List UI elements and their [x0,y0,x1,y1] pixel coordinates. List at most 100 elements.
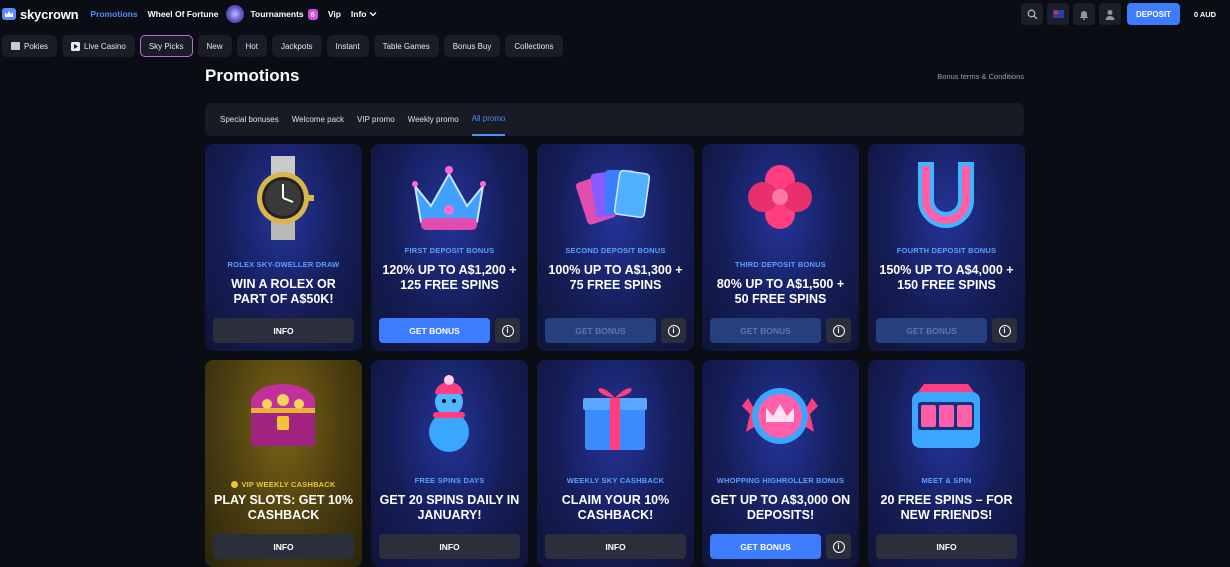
tab-vip-promo[interactable]: VIP promo [357,103,395,136]
category-live-casino[interactable]: Live Casino [62,35,135,57]
category-label: Bonus Buy [452,41,492,51]
info-circle-button[interactable]: i [992,318,1017,343]
page-title: Promotions [205,66,300,85]
top-bar: skycrown Promotions Wheel Of Fortune Tou… [0,0,1230,28]
info-icon: i [667,324,680,337]
category-label: New [206,41,223,51]
category-label: Instant [335,41,360,51]
horseshoe-icon [906,156,986,240]
info-icon: i [998,324,1011,337]
promo-tabs: Special bonuses Welcome pack VIP promo W… [205,103,1024,136]
promo-card: THIRD DEPOSIT BONUS 80% UP TO A$1,500 + … [702,144,859,351]
bell-icon [1080,10,1088,20]
category-label: Live Casino [84,41,126,51]
promo-card: FREE SPINS DAYS GET 20 SPINS DAILY IN JA… [371,360,528,567]
category-jackpots[interactable]: Jackpots [271,35,322,57]
logo[interactable]: skycrown [2,6,79,22]
info-circle-button[interactable]: i [826,318,851,343]
promo-subtitle: MEET & SPIN [921,476,972,485]
rolex-watch-icon [243,156,323,240]
info-circle-button[interactable]: i [826,534,851,559]
vip-coin-icon [231,481,239,488]
get-bonus-button[interactable]: GET BONUS [710,534,821,559]
category-label: Sky Picks [148,41,184,51]
promo-card: FOURTH DEPOSIT BONUS 150% UP TO A$4,000 … [868,144,1025,351]
promo-subtitle: VIP WEEKLY CASHBACK [205,480,362,489]
tab-special-bonuses[interactable]: Special bonuses [220,103,279,136]
category-hot[interactable]: Hot [236,35,267,57]
nav-promotions[interactable]: Promotions [90,9,137,19]
profile-button[interactable] [1099,3,1121,25]
category-bonus-buy[interactable]: Bonus Buy [443,35,501,57]
promo-card: WHOPPING HIGHROLLER BONUS GET UP TO A$3,… [702,360,859,567]
category-bar: Pokies Live Casino Sky Picks New Hot Jac… [2,35,563,57]
info-icon: i [832,540,845,553]
info-circle-button[interactable]: i [495,318,520,343]
promo-card: VIP WEEKLY CASHBACK PLAY SLOTS: GET 10% … [205,360,362,567]
notifications-button[interactable] [1073,3,1095,25]
promo-subtitle: FIRST DEPOSIT BONUS [404,246,495,255]
tab-weekly-promo[interactable]: Weekly promo [408,103,459,136]
search-button[interactable] [1021,3,1043,25]
get-bonus-button[interactable]: GET BONUS [379,318,490,343]
category-instant[interactable]: Instant [326,35,369,57]
promo-headline: 150% UP TO A$4,000 + 150 FREE SPINS [879,263,1014,292]
info-icon: i [832,324,845,337]
language-button[interactable] [1047,3,1069,25]
balance[interactable]: 0 AUD [1180,10,1230,19]
tab-all-promo[interactable]: All promo [471,103,506,136]
promo-headline: PLAY SLOTS: GET 10% CASHBACK [214,493,353,522]
promo-subtitle: ROLEX SKY-DWELLER DRAW [227,260,340,269]
tab-welcome-pack[interactable]: Welcome pack [292,103,344,136]
info-button[interactable]: INFO [213,318,354,343]
category-collections[interactable]: Collections [505,35,563,57]
nav-wheel-label: Wheel Of Fortune [147,9,219,19]
category-table-games[interactable]: Table Games [373,35,439,57]
category-new[interactable]: New [197,35,232,57]
promo-headline: 20 FREE SPINS – FOR NEW FRIENDS! [880,493,1013,522]
pokies-icon [11,42,20,50]
brand-name: skycrown [20,6,79,22]
get-bonus-button[interactable]: GET BONUS [710,318,821,343]
australia-flag-icon [1052,10,1064,18]
promo-headline: WIN A ROLEX OR PART OF A$50K! [231,277,336,306]
info-icon: i [501,324,514,337]
crown-icon [409,156,489,240]
info-button[interactable]: INFO [545,534,686,559]
main-nav: Promotions Wheel Of Fortune Tournaments 6… [90,5,386,23]
deposit-button[interactable]: DEPOSIT [1127,3,1180,25]
category-label: Hot [245,41,258,51]
nav-tournaments[interactable]: Tournaments 6 [250,8,318,20]
bonus-terms-link[interactable]: Bonus terms & Conditions [937,72,1024,81]
promo-subtitle-text: VIP WEEKLY CASHBACK [241,480,336,489]
promo-subtitle: FREE SPINS DAYS [414,476,485,485]
crown-logo-icon [2,8,16,20]
promo-subtitle: THIRD DEPOSIT BONUS [735,260,826,269]
get-bonus-button[interactable]: GET BONUS [545,318,656,343]
wheel-thumbnail-icon[interactable] [226,5,245,23]
tournaments-count-badge: 6 [307,8,318,20]
nav-vip[interactable]: Vip [328,9,341,19]
category-pokies[interactable]: Pokies [2,35,58,57]
crown-badge-icon [740,372,820,456]
four-leaf-clover-icon [740,156,820,240]
gift-box-icon [575,372,655,456]
promo-headline: GET 20 SPINS DAILY IN JANUARY! [379,493,520,522]
promo-headline: 100% UP TO A$1,300 + 75 FREE SPINS [548,263,683,292]
category-label: Table Games [382,41,430,51]
category-label: Jackpots [280,41,313,51]
info-button[interactable]: INFO [876,534,1017,559]
promo-headline: GET UP TO A$3,000 ON DEPOSITS! [710,493,851,522]
nav-tournaments-label: Tournaments [250,9,304,19]
get-bonus-button[interactable]: GET BONUS [876,318,987,343]
info-button[interactable]: INFO [379,534,520,559]
promo-headline: 120% UP TO A$1,200 + 125 FREE SPINS [382,263,517,292]
nav-wheel-of-fortune[interactable]: Wheel Of Fortune [148,9,219,19]
promo-subtitle: FOURTH DEPOSIT BONUS [896,246,997,255]
info-circle-button[interactable]: i [661,318,686,343]
category-sky-picks[interactable]: Sky Picks [139,35,193,57]
promo-card: FIRST DEPOSIT BONUS 120% UP TO A$1,200 +… [371,144,528,351]
nav-info[interactable]: Info [351,9,377,19]
info-button[interactable]: INFO [213,534,354,559]
promo-subtitle: WHOPPING HIGHROLLER BONUS [716,476,845,485]
